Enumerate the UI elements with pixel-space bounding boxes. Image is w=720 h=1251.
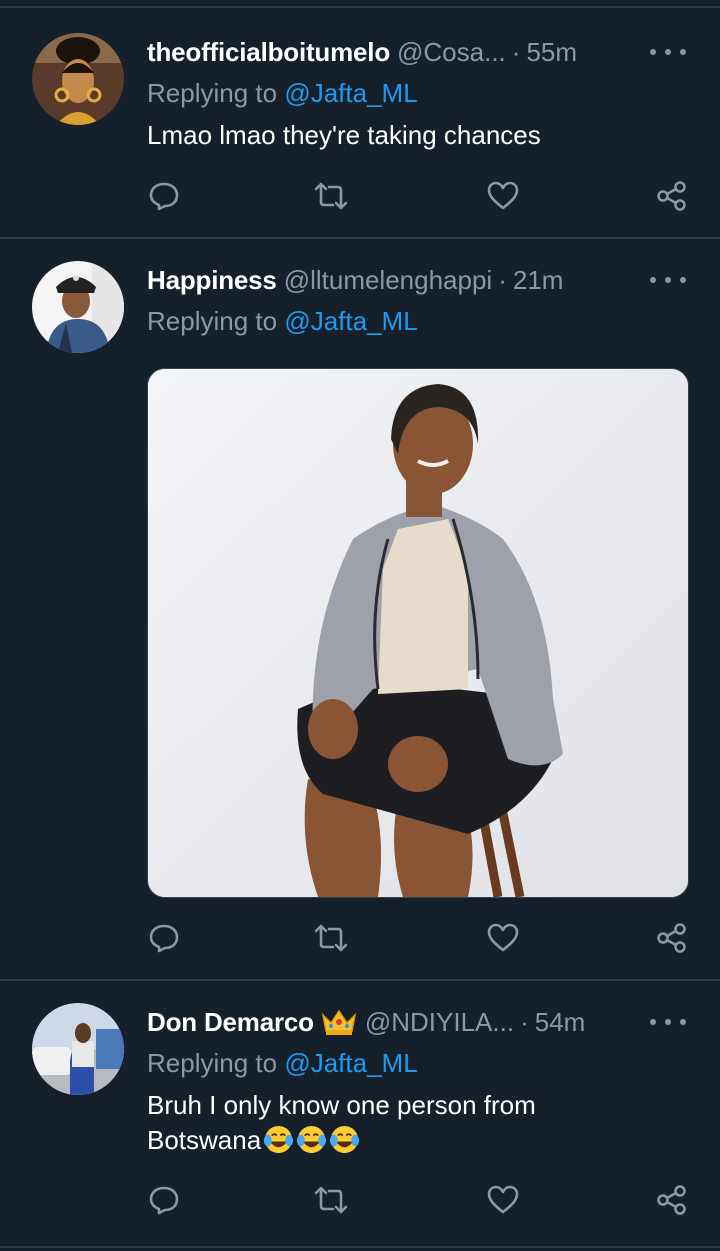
heart-icon[interactable] bbox=[483, 176, 523, 216]
more-icon[interactable] bbox=[650, 42, 686, 62]
tweet-text: Bruh I only know one person from Botswan… bbox=[147, 1088, 667, 1158]
action-bar bbox=[147, 918, 692, 958]
display-name[interactable]: Don Demarco bbox=[147, 1007, 314, 1038]
mention-link[interactable]: @Jafta_ML bbox=[284, 306, 417, 336]
separator-dot: · bbox=[498, 264, 507, 295]
crown-emoji bbox=[321, 1009, 357, 1035]
replying-to: Replying to @Jafta_ML bbox=[147, 78, 418, 109]
reply-icon[interactable] bbox=[144, 918, 184, 958]
tweet-text-line-2-words: Botswana bbox=[147, 1125, 262, 1155]
user-handle[interactable]: @lltumelenghappi bbox=[284, 265, 493, 296]
heart-icon[interactable] bbox=[483, 1180, 523, 1220]
mention-link[interactable]: @Jafta_ML bbox=[284, 1048, 417, 1078]
tweet-3[interactable]: Don Demarco @NDIYILA... · 54m Replying t… bbox=[0, 981, 720, 1251]
retweet-icon[interactable] bbox=[311, 1180, 351, 1220]
reply-icon[interactable] bbox=[144, 176, 184, 216]
tweet-header: theofficialboitumelo @Cosa... · 55m bbox=[147, 32, 577, 72]
retweet-icon[interactable] bbox=[311, 918, 351, 958]
replying-to: Replying to @Jafta_ML bbox=[147, 1048, 418, 1079]
timestamp[interactable]: 55m bbox=[526, 37, 577, 68]
timestamp[interactable]: 21m bbox=[513, 265, 564, 296]
bottom-divider bbox=[0, 1246, 720, 1248]
avatar[interactable] bbox=[32, 1003, 124, 1095]
tweet-text: Lmao lmao they're taking chances bbox=[147, 120, 541, 150]
reply-icon[interactable] bbox=[144, 1180, 184, 1220]
replying-to-label: Replying to bbox=[147, 78, 278, 108]
separator-dot: · bbox=[520, 1006, 529, 1037]
display-name[interactable]: theofficialboitumelo bbox=[147, 37, 390, 68]
replying-to: Replying to @Jafta_ML bbox=[147, 306, 418, 337]
more-icon[interactable] bbox=[650, 1012, 686, 1032]
user-handle[interactable]: @NDIYILA... bbox=[365, 1007, 514, 1038]
replying-to-label: Replying to bbox=[147, 1048, 278, 1078]
display-name[interactable]: Happiness bbox=[147, 265, 277, 296]
avatar[interactable] bbox=[32, 33, 124, 125]
tears-of-joy-emoji bbox=[330, 1125, 360, 1154]
timestamp[interactable]: 54m bbox=[535, 1007, 586, 1038]
share-icon[interactable] bbox=[652, 176, 692, 216]
tears-of-joy-emoji bbox=[264, 1125, 294, 1154]
tweet-photo[interactable] bbox=[147, 368, 689, 898]
tweet-1[interactable]: theofficialboitumelo @Cosa... · 55m Repl… bbox=[0, 0, 720, 238]
separator-dot: · bbox=[511, 36, 521, 67]
tweet-header: Happiness @lltumelenghappi · 21m bbox=[147, 260, 563, 300]
mention-link[interactable]: @Jafta_ML bbox=[284, 78, 417, 108]
user-handle[interactable]: @Cosa... bbox=[397, 37, 506, 68]
replying-to-label: Replying to bbox=[147, 306, 278, 336]
action-bar bbox=[147, 176, 692, 216]
tweet-text-line-1: Bruh I only know one person from bbox=[147, 1090, 536, 1120]
avatar[interactable] bbox=[32, 261, 124, 353]
tears-of-joy-emoji bbox=[297, 1125, 327, 1154]
share-icon[interactable] bbox=[652, 918, 692, 958]
share-icon[interactable] bbox=[652, 1180, 692, 1220]
tweet-text-line-2: Botswana bbox=[147, 1123, 667, 1158]
action-bar bbox=[147, 1180, 692, 1220]
tweet-header: Don Demarco @NDIYILA... · 54m bbox=[147, 1002, 585, 1042]
retweet-icon[interactable] bbox=[311, 176, 351, 216]
more-icon[interactable] bbox=[650, 270, 686, 290]
heart-icon[interactable] bbox=[483, 918, 523, 958]
